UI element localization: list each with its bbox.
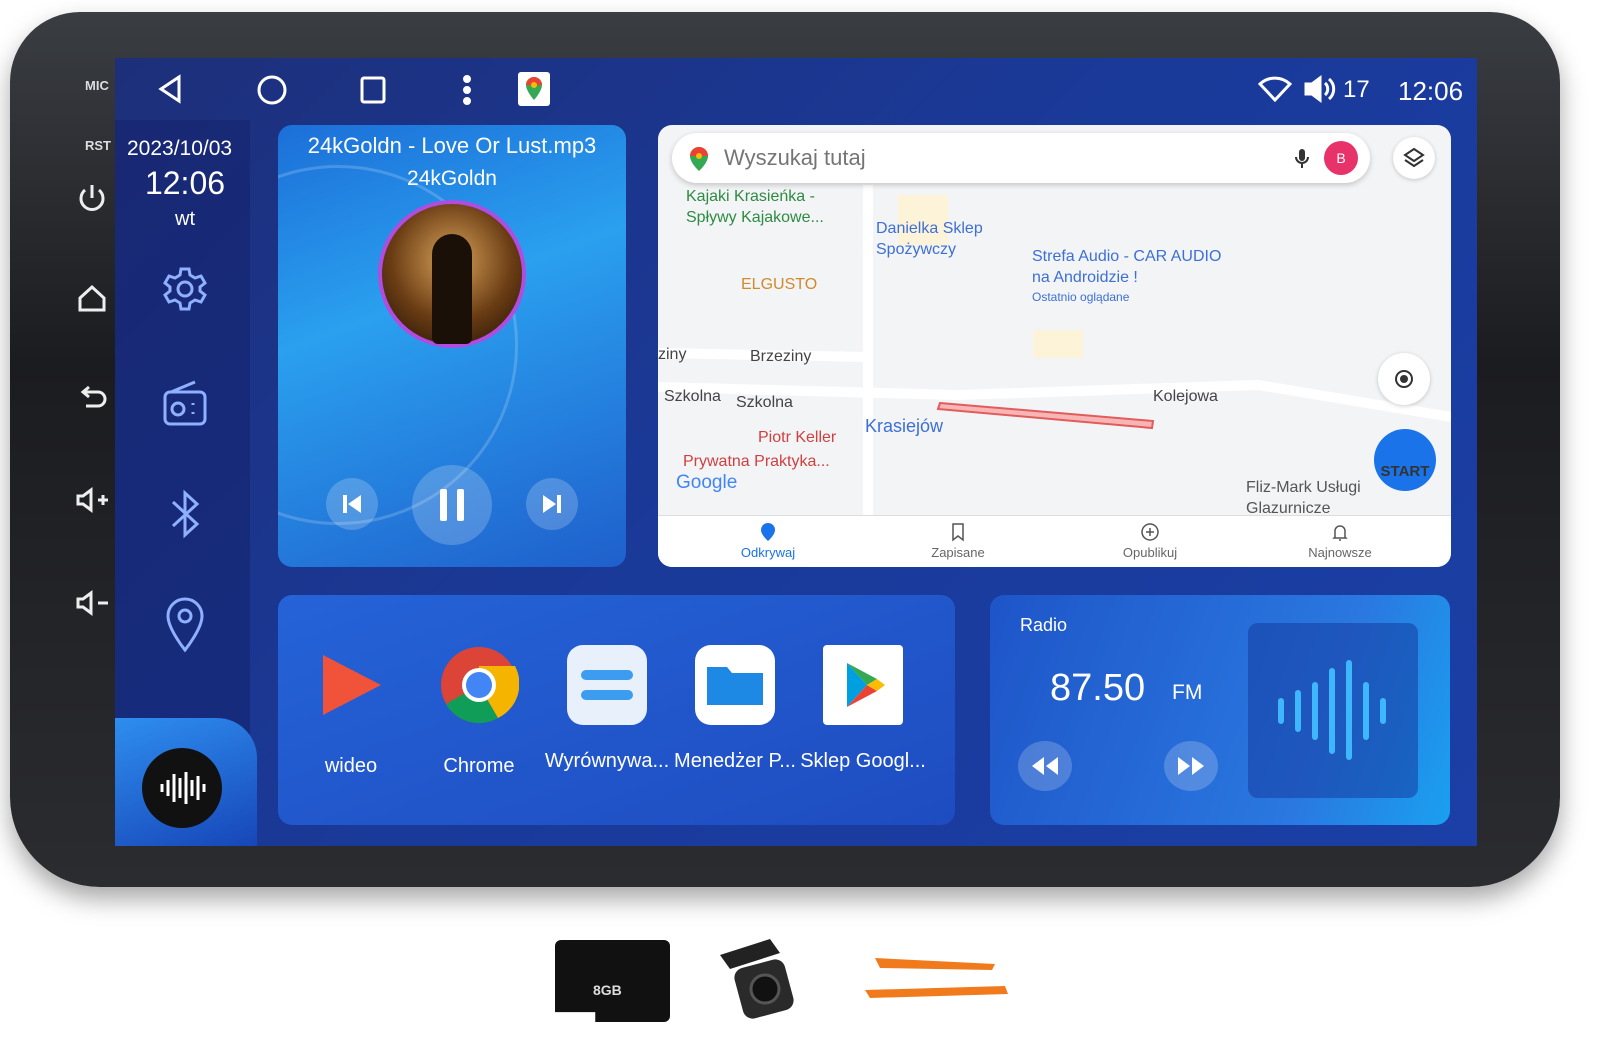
account-avatar[interactable]: B: [1324, 141, 1358, 175]
nav-recents-button[interactable]: [358, 74, 388, 106]
folder-icon: [695, 645, 775, 725]
bookmark-icon: [952, 523, 964, 542]
google-maps-shortcut[interactable]: [518, 72, 550, 106]
poi-kajaki[interactable]: Kajaki Krasieńka - Spływy Kajakowe...: [686, 187, 846, 229]
start-navigation-button[interactable]: START: [1374, 429, 1436, 491]
tab-opublikuj[interactable]: Opublikuj: [1090, 522, 1210, 560]
poi-danielka[interactable]: Danielka Sklep Spożywczy: [876, 219, 1006, 261]
rewind-icon: [1032, 757, 1058, 775]
screen: 17 12:06 2023/10/03 12:06 wt 24kGoldn - …: [115, 58, 1477, 846]
pause-button[interactable]: [412, 465, 492, 545]
skip-previous-icon: [343, 495, 361, 513]
radio-icon[interactable]: [161, 378, 209, 428]
microphone-icon[interactable]: [1294, 147, 1310, 171]
apps-dock: wideo Chrome Wyrównywa... Menedżer P... …: [278, 595, 955, 825]
clock-day: wt: [175, 208, 195, 230]
app-play-store[interactable]: Sklep Googl...: [798, 645, 928, 773]
reset-button[interactable]: RST: [85, 138, 111, 153]
fast-forward-icon: [1178, 757, 1204, 775]
poi-recently-viewed: Ostatnio oglądane: [1032, 290, 1130, 304]
street-szkolna: Szkolna: [664, 388, 721, 405]
video-play-icon: [323, 655, 381, 715]
previous-track-button[interactable]: [326, 478, 378, 530]
chrome-icon: [441, 647, 520, 724]
nav-home-button[interactable]: [255, 73, 289, 107]
wifi-icon: [1258, 76, 1292, 102]
google-logo: Google: [676, 472, 738, 493]
app-chrome[interactable]: Chrome: [414, 645, 544, 778]
google-maps-icon: [526, 77, 542, 100]
volume-up-icon[interactable]: [74, 482, 110, 518]
my-location-button[interactable]: [1378, 353, 1430, 405]
track-artist: 24kGoldn: [407, 167, 497, 190]
poi-krasiejow[interactable]: Krasiejów: [865, 415, 943, 438]
google-maps-pin-icon: [690, 147, 708, 171]
layers-button[interactable]: [1393, 137, 1435, 179]
audio-wave-icon: [1278, 660, 1386, 760]
sound-wave-icon: [160, 772, 206, 804]
back-hw-icon[interactable]: [74, 380, 110, 416]
radio-band: FM: [1172, 681, 1203, 704]
bell-icon: [1332, 525, 1348, 541]
more-icon[interactable]: [460, 74, 474, 106]
map-search-input[interactable]: [724, 143, 1244, 173]
street-szkolna-2: Szkolna: [736, 394, 793, 411]
radio-visualizer: [1248, 623, 1418, 798]
street-brzeziny: Brzeziny: [750, 348, 812, 365]
app-file-manager[interactable]: Menedżer P...: [670, 645, 800, 773]
street-ziny: ziny: [658, 346, 687, 363]
nav-back-button[interactable]: [155, 73, 185, 105]
pause-icon: [440, 489, 464, 521]
map-search-bar[interactable]: B: [672, 133, 1370, 183]
add-circle-icon: [1141, 523, 1159, 541]
radio-widget[interactable]: Radio 87.50 FM: [990, 595, 1450, 825]
home-icon[interactable]: [74, 280, 110, 316]
volume-down-icon[interactable]: [74, 585, 110, 621]
location-pin-icon[interactable]: [163, 595, 207, 655]
tab-zapisane[interactable]: Zapisane: [898, 522, 1018, 560]
clock-date: 2023/10/03: [127, 137, 233, 160]
status-time: 12:06: [1398, 76, 1464, 106]
crosshair-icon: [1395, 370, 1413, 388]
layers-icon: [1403, 147, 1425, 168]
map-widget[interactable]: B Kajaki Krasieńka - Spływy Kajakowe... …: [658, 125, 1451, 567]
radio-frequency: 87.50: [1050, 667, 1146, 709]
equalizer-icon: [567, 645, 647, 725]
album-art: [378, 200, 526, 348]
power-icon[interactable]: [74, 180, 110, 216]
volume-icon: [1304, 75, 1336, 103]
voice-assistant-button[interactable]: [142, 748, 222, 828]
tab-najnowsze[interactable]: Najnowsze: [1280, 522, 1400, 560]
tab-odkrywaj[interactable]: Odkrywaj: [708, 522, 828, 560]
seek-forward-button[interactable]: [1164, 741, 1218, 791]
street-kolejowa: Kolejowa: [1153, 388, 1218, 405]
mic-label: MIC: [85, 78, 109, 93]
explore-pin-icon: [761, 523, 775, 541]
play-store-icon: [823, 645, 903, 725]
pry-tools: [865, 958, 1008, 998]
track-title: 24kGoldn - Love Or Lust.mp3: [307, 133, 597, 158]
skip-next-icon: [543, 495, 561, 513]
app-wideo[interactable]: wideo: [286, 645, 416, 778]
next-track-button[interactable]: [526, 478, 578, 530]
bluetooth-icon[interactable]: [165, 488, 205, 540]
map-bottom-tabs: Odkrywaj Zapisane Opublikuj Najnowsze: [658, 515, 1451, 567]
radio-title: Radio: [1020, 615, 1068, 635]
sd-card: 8GB: [555, 940, 670, 1022]
poi-fliz-mark[interactable]: Fliz-Mark Usługi Glazurnicze: [1246, 478, 1376, 520]
volume-level: 17: [1343, 76, 1370, 103]
music-widget[interactable]: 24kGoldn - Love Or Lust.mp3 24kGoldn: [278, 125, 626, 567]
poi-keller[interactable]: Piotr Keller: [758, 428, 836, 449]
clock-time: 12:06: [144, 165, 226, 201]
poi-elgusto[interactable]: ELGUSTO: [741, 275, 817, 296]
settings-gear-icon[interactable]: [161, 265, 209, 313]
poi-praktyka[interactable]: Prywatna Praktyka...: [683, 452, 830, 473]
backup-camera: [720, 939, 794, 1019]
seek-back-button[interactable]: [1018, 741, 1072, 791]
app-equalizer[interactable]: Wyrównywa...: [542, 645, 672, 773]
poi-strefa-audio[interactable]: Strefa Audio - CAR AUDIO na Androidzie !: [1032, 247, 1232, 289]
